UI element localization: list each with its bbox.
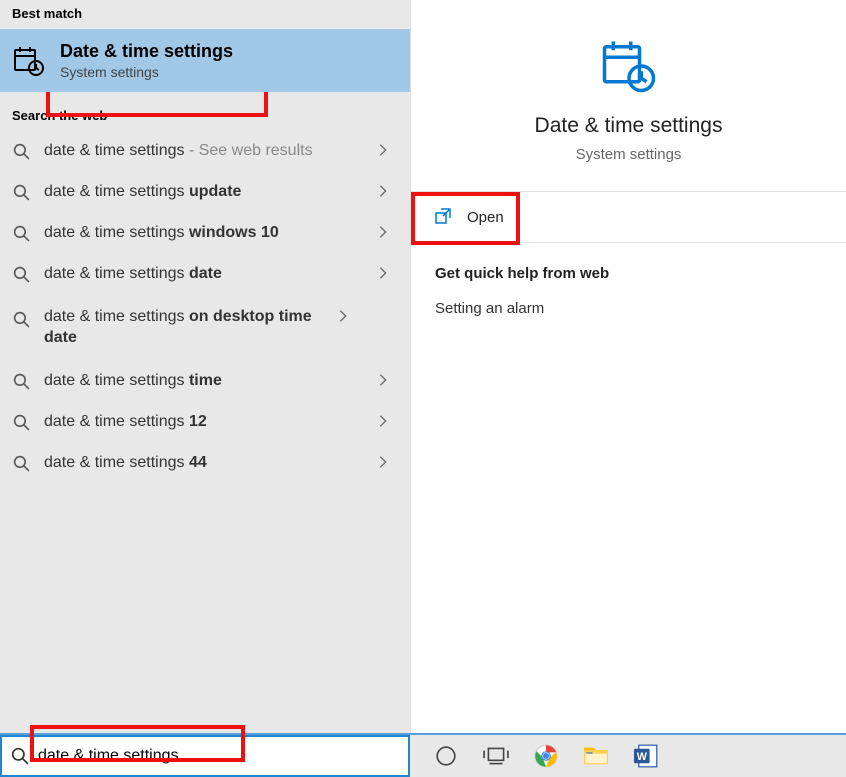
chevron-right-icon [378, 141, 398, 162]
web-result-label: date & time settings - See web results [44, 141, 364, 162]
web-result-item[interactable]: date & time settings 44 [0, 443, 410, 484]
web-result-label: date & time settings on desktop time dat… [44, 307, 324, 349]
search-icon [12, 266, 30, 284]
chevron-right-icon [338, 307, 358, 328]
detail-title: Date & time settings [535, 114, 723, 138]
search-icon [12, 184, 30, 202]
chevron-right-icon [378, 264, 398, 285]
search-icon [12, 454, 30, 472]
svg-text:W: W [637, 751, 648, 763]
web-result-item[interactable]: date & time settings windows 10 [0, 213, 410, 254]
chrome-icon[interactable] [532, 742, 560, 770]
search-results-panel: Best match Date & time settings System s… [0, 0, 410, 733]
cortana-icon[interactable] [432, 742, 460, 770]
web-result-item[interactable]: date & time settings - See web results [0, 131, 410, 172]
search-icon [12, 372, 30, 390]
date-time-icon [601, 38, 657, 94]
best-match-result[interactable]: Date & time settings System settings [0, 29, 410, 92]
task-view-icon[interactable] [482, 742, 510, 770]
web-result-item[interactable]: date & time settings on desktop time dat… [0, 295, 410, 361]
search-web-header: Search the web [0, 92, 410, 131]
web-result-label: date & time settings 12 [44, 412, 364, 433]
result-detail-panel: Date & time settings System settings Ope… [410, 0, 846, 733]
search-box[interactable] [0, 735, 410, 777]
web-result-label: date & time settings windows 10 [44, 223, 364, 244]
open-button[interactable]: Open [411, 192, 846, 242]
file-explorer-icon[interactable] [582, 742, 610, 770]
search-input[interactable] [38, 741, 408, 771]
web-result-item[interactable]: date & time settings 12 [0, 402, 410, 443]
chevron-right-icon [378, 453, 398, 474]
search-icon [2, 747, 38, 765]
help-link-setting-alarm[interactable]: Setting an alarm [435, 300, 822, 317]
web-result-label: date & time settings date [44, 264, 364, 285]
help-header: Get quick help from web [435, 265, 822, 282]
web-result-item[interactable]: date & time settings time [0, 361, 410, 402]
web-result-label: date & time settings time [44, 371, 364, 392]
search-icon [12, 310, 30, 328]
open-icon [435, 208, 453, 226]
detail-subtitle: System settings [576, 146, 682, 163]
search-icon [12, 225, 30, 243]
best-match-subtitle: System settings [60, 64, 233, 80]
chevron-right-icon [378, 371, 398, 392]
best-match-header: Best match [0, 0, 410, 29]
web-result-item[interactable]: date & time settings date [0, 254, 410, 295]
date-time-icon [12, 44, 46, 78]
chevron-right-icon [378, 223, 398, 244]
web-result-label: date & time settings 44 [44, 453, 364, 474]
web-result-item[interactable]: date & time settings update [0, 172, 410, 213]
chevron-right-icon [378, 182, 398, 203]
search-icon [12, 413, 30, 431]
chevron-right-icon [378, 412, 398, 433]
word-icon[interactable]: W [632, 742, 660, 770]
taskbar: W [0, 733, 846, 777]
search-icon [12, 143, 30, 161]
open-label: Open [467, 209, 504, 226]
web-result-label: date & time settings update [44, 182, 364, 203]
best-match-title: Date & time settings [60, 41, 233, 62]
